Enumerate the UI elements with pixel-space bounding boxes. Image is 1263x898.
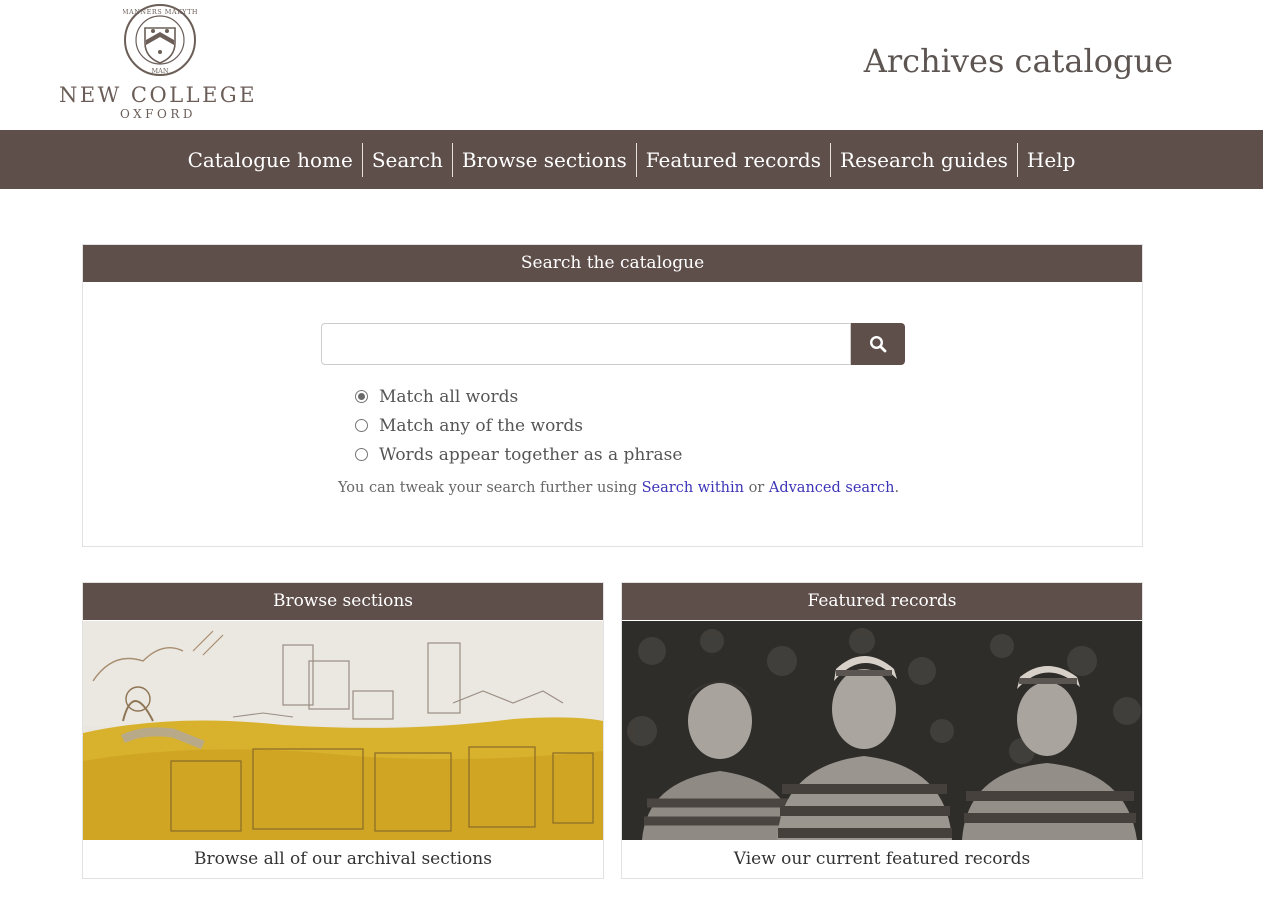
search-panel-heading: Search the catalogue (83, 245, 1142, 282)
archival-map-image[interactable] (83, 621, 603, 840)
nav-item-search[interactable]: Search (361, 142, 452, 177)
tweak-or: or (743, 480, 769, 496)
featured-records-card: Featured records View our current featur… (621, 582, 1143, 879)
browse-sections-card: Browse sections Browse all of our archiv… (82, 582, 604, 879)
college-logo[interactable]: MANNERS MAKYTH MAN NEW COLLEGE OXFORD (58, 3, 258, 121)
match-option-phrase[interactable]: Words appear together as a phrase (355, 440, 682, 469)
tweak-prefix: You can tweak your search further using (338, 480, 642, 496)
tweak-suffix: . (894, 480, 900, 496)
search-panel: Search the catalogue Match all words Mat… (82, 244, 1143, 547)
search-tweak-hint: You can tweak your search further using … (338, 480, 899, 496)
nav-item-catalogue-home[interactable]: Catalogue home (179, 143, 362, 177)
nav-item-featured-records[interactable]: Featured records (635, 142, 830, 177)
match-options: Match all words Match any of the words W… (355, 382, 682, 469)
featured-records-heading: Featured records (622, 583, 1142, 620)
search-button[interactable] (851, 323, 905, 365)
radio-label: Words appear together as a phrase (379, 444, 683, 465)
search-bar (321, 323, 905, 365)
featured-photo-image[interactable] (622, 621, 1142, 840)
archival-map-illustration (83, 621, 603, 840)
rugby-team-photo (622, 621, 1142, 840)
radio-label: Match any of the words (379, 415, 584, 436)
radio-match-any[interactable] (355, 419, 368, 432)
crest-icon: MANNERS MAKYTH MAN (123, 4, 197, 76)
radio-match-phrase[interactable] (355, 448, 368, 461)
nav-item-help[interactable]: Help (1016, 142, 1084, 177)
match-option-any[interactable]: Match any of the words (355, 411, 682, 440)
svg-text:MAN: MAN (151, 67, 168, 75)
featured-records-caption[interactable]: View our current featured records (622, 840, 1142, 878)
radio-label: Match all words (379, 386, 519, 407)
college-subtitle: OXFORD (120, 107, 196, 121)
search-icon (869, 335, 887, 353)
nav-item-browse-sections[interactable]: Browse sections (451, 142, 636, 177)
radio-match-all[interactable] (355, 390, 368, 403)
search-within-link[interactable]: Search within (642, 480, 744, 496)
site-header: MANNERS MAKYTH MAN NEW COLLEGE OXFORD Ar… (0, 0, 1263, 130)
search-input[interactable] (321, 323, 851, 365)
college-name: NEW COLLEGE (58, 83, 258, 107)
advanced-search-link[interactable]: Advanced search (769, 480, 895, 496)
browse-sections-caption[interactable]: Browse all of our archival sections (83, 840, 603, 878)
nav-item-research-guides[interactable]: Research guides (830, 142, 1017, 177)
match-option-all[interactable]: Match all words (355, 382, 682, 411)
browse-sections-heading: Browse sections (83, 583, 603, 620)
main-nav: Catalogue home Search Browse sections Fe… (0, 130, 1263, 189)
svg-text:MANNERS MAKYTH: MANNERS MAKYTH (123, 8, 197, 16)
site-title: Archives catalogue (863, 42, 1173, 80)
